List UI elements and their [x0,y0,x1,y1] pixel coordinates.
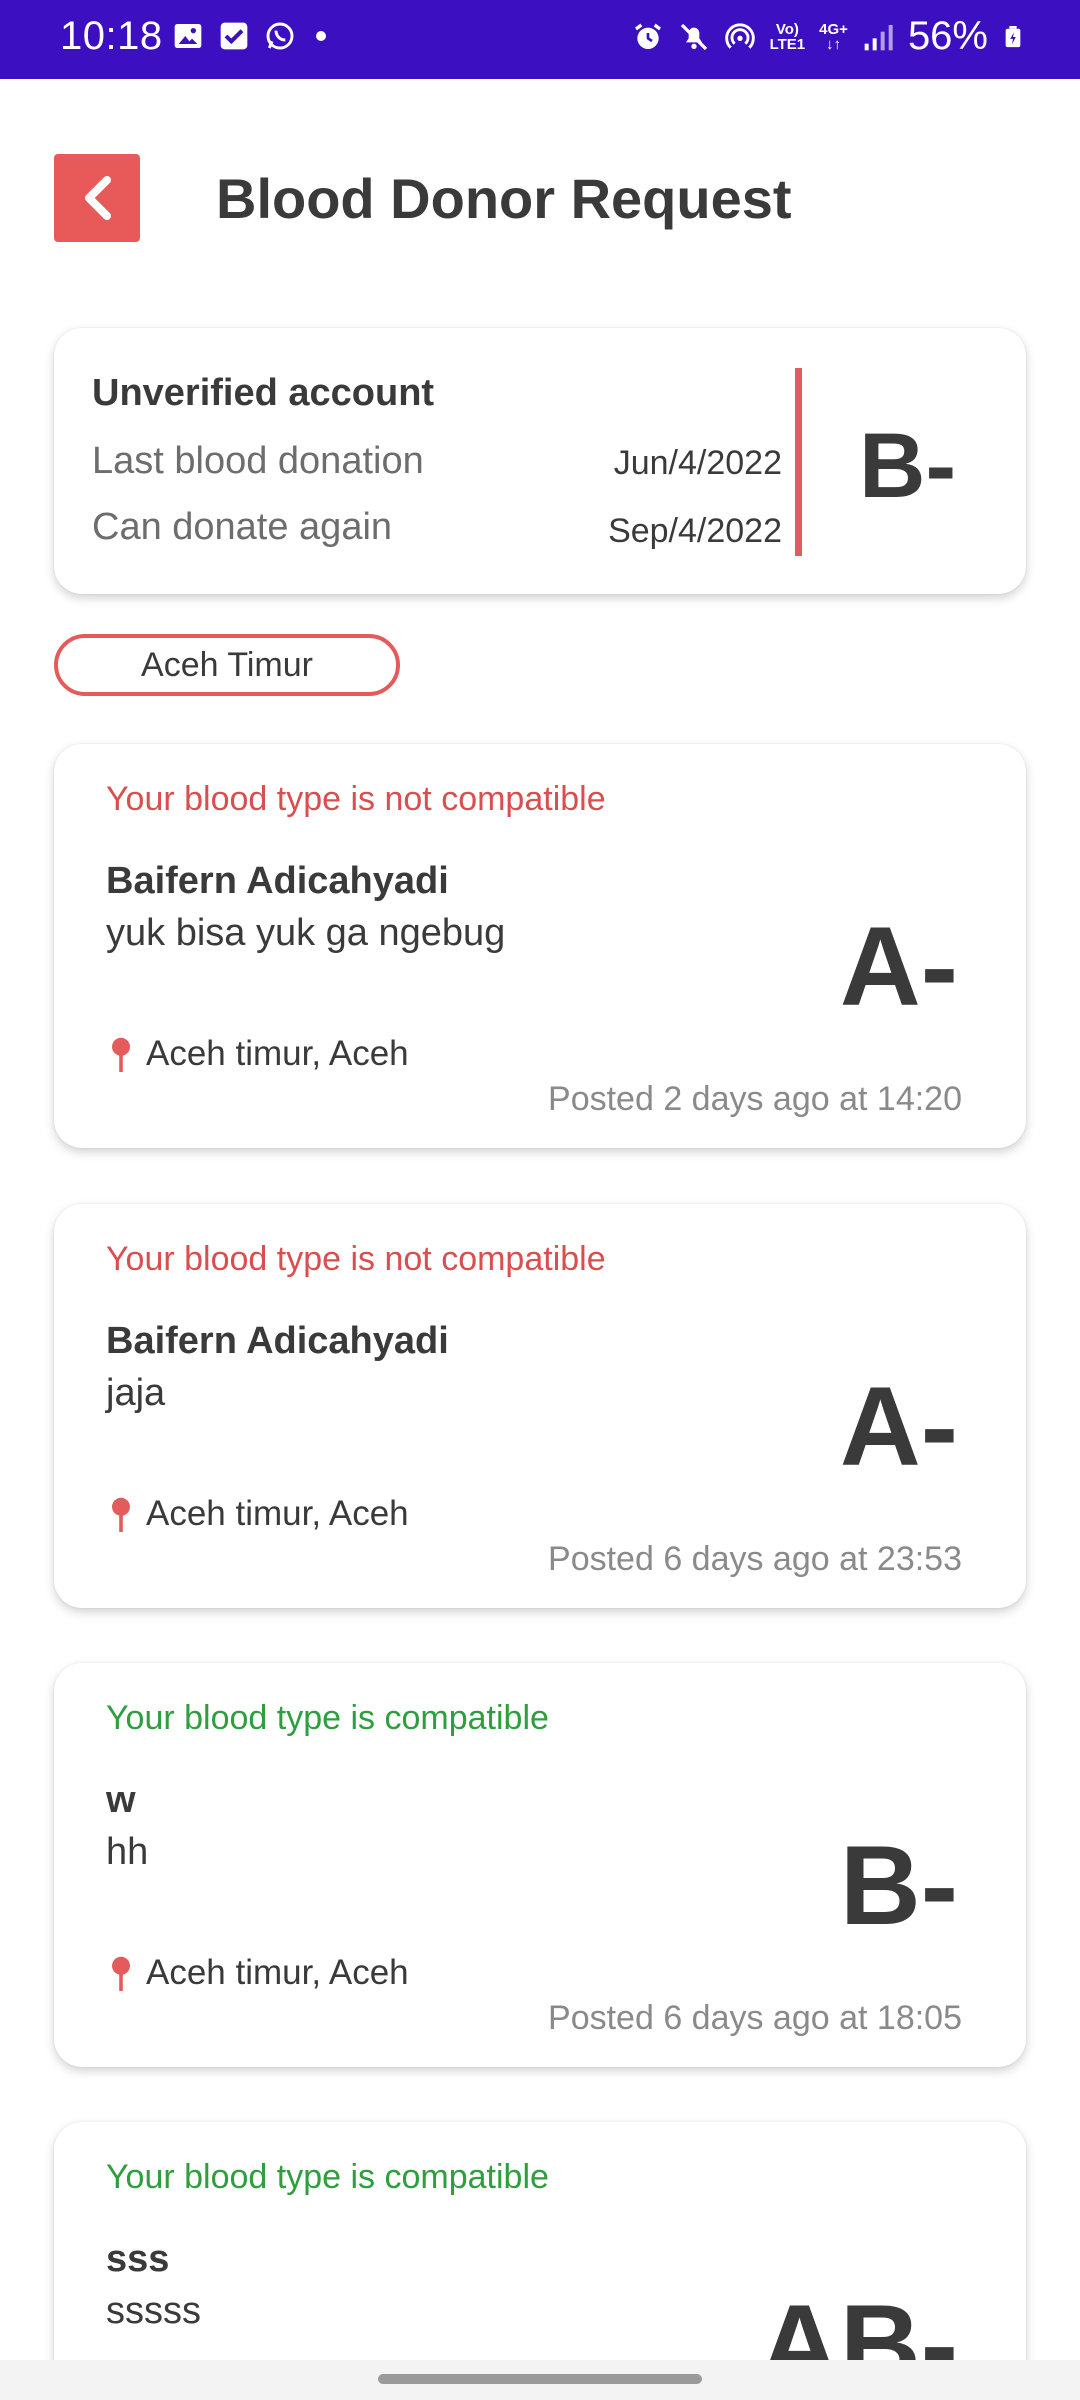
request-blood-type: A- [839,1364,958,1489]
request-card[interactable]: Your blood type is compatible w hh B- Ac… [54,1663,1026,2067]
posted-time: Posted 6 days ago at 23:53 [548,1540,962,1578]
request-location-text: Aceh timur, Aceh [146,1494,409,1533]
requester-name: w [106,1779,136,1821]
donor-divider [795,368,802,556]
chevron-left-icon [85,176,111,220]
mute-icon [680,23,707,50]
status-time: 10:18 [60,14,163,58]
next-donation-label: Can donate again [92,506,393,548]
requester-name: Baifern Adicahyadi [106,860,449,902]
network-generation: 4G+ ↓↑ [819,20,848,53]
navigation-bar [0,2360,1080,2400]
compatibility-status: Your blood type is compatible [106,1699,549,1737]
back-button[interactable] [54,154,140,242]
request-location-text: Aceh timur, Aceh [146,1034,409,1073]
request-location: Aceh timur, Aceh [110,1953,409,1993]
request-blood-type: B- [839,1823,958,1948]
system-icons: Vo) LTE1 4G+ ↓↑ 56% [632,14,1024,59]
request-location: Aceh timur, Aceh [110,1034,409,1074]
next-donation-value: Sep/4/2022 [608,512,782,550]
more-notifications-dot [316,31,326,41]
request-message: jaja [106,1372,166,1414]
status-bar: 10:18 Vo) LTE1 4G+ ↓↑ 56% [0,0,1080,79]
map-pin-icon [112,1497,130,1532]
posted-time: Posted 2 days ago at 14:20 [548,1080,962,1118]
account-status: Unverified account [92,372,435,414]
volte-indicator: Vo) LTE1 [769,20,806,53]
compatibility-status: Your blood type is compatible [106,2158,549,2196]
last-donation-label: Last blood donation [92,440,424,482]
request-card[interactable]: Your blood type is compatible sss sssss … [54,2122,1026,2400]
requester-name: Baifern Adicahyadi [106,1320,449,1362]
request-location: Aceh timur, Aceh [110,1494,409,1534]
signal-icon [864,24,893,50]
notification-icons [172,20,326,52]
posted-time: Posted 6 days ago at 18:05 [548,1999,962,2037]
battery-percent: 56% [907,14,988,58]
request-card[interactable]: Your blood type is not compatible Baifer… [54,744,1026,1148]
requester-name: sss [106,2238,170,2280]
request-message: hh [106,1831,149,1873]
request-message: sssss [106,2290,201,2332]
gallery-icon [174,24,202,48]
map-pin-icon [112,1037,130,1072]
donor-info-card: Unverified account Last blood donation J… [54,328,1026,594]
request-location-text: Aceh timur, Aceh [146,1953,409,1992]
request-message: yuk bisa yuk ga ngebug [106,912,506,954]
location-filter-label: Aceh Timur [141,645,313,684]
map-pin-icon [112,1956,130,1991]
location-filter-chip[interactable]: Aceh Timur [54,634,400,696]
compatibility-status: Your blood type is not compatible [106,780,606,818]
request-blood-type: A- [839,904,958,1029]
compatibility-status: Your blood type is not compatible [106,1240,606,1278]
hotspot-icon [724,22,755,49]
last-donation-value: Jun/4/2022 [613,444,782,482]
check-square-icon [220,22,248,50]
whatsapp-icon [266,22,294,50]
gesture-handle[interactable] [378,2374,702,2384]
battery-icon [1005,25,1021,47]
alarm-icon [634,23,661,49]
page-title: Blood Donor Request [216,167,792,230]
donor-blood-type: B- [859,415,957,517]
request-card[interactable]: Your blood type is not compatible Baifer… [54,1204,1026,1608]
